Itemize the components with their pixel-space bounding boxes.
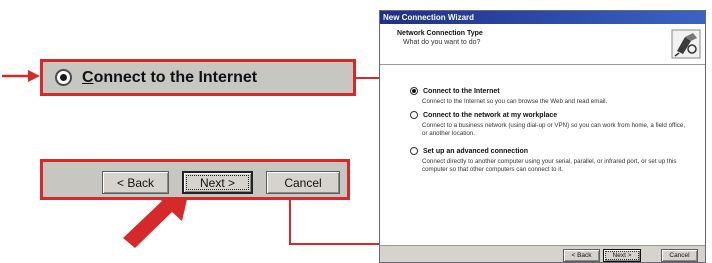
wizard-header-title: Network Connection Type (397, 30, 483, 37)
wizard-header: Network Connection Type What do you want… (380, 24, 705, 65)
option-connect-workplace[interactable]: Connect to the network at my workplace C… (410, 111, 692, 138)
option-label: Set up an advanced connection (423, 147, 529, 155)
zoomed-buttons-callout: < Back Next > Cancel (40, 159, 350, 200)
cancel-button[interactable]: Cancel (661, 249, 698, 262)
option-label: Connect to the Internet (423, 87, 500, 95)
option-label: Connect to the network at my workplace (423, 111, 558, 119)
zoomed-option-callout: Connect to the Internet (40, 59, 356, 96)
zoomed-back-button[interactable]: < Back (102, 171, 169, 194)
option-description: Connect to a business network (using dia… (422, 122, 685, 137)
radio-advanced-connection[interactable] (410, 147, 418, 155)
option-advanced-connection[interactable]: Set up an advanced connection Connect di… (410, 147, 692, 174)
wizard-header-subtitle: What do you want to do? (403, 39, 481, 46)
wizard-body: Connect to the Internet Connect to the I… (380, 65, 705, 246)
option-description: Connect directly to another computer usi… (422, 158, 677, 173)
arrow-left-pointer-icon (2, 70, 40, 82)
zoomed-next-button[interactable]: Next > (182, 171, 253, 194)
zoomed-option-label: Connect to the Internet (82, 68, 258, 86)
new-connection-wizard-window: New Connection Wizard Network Connection… (379, 10, 706, 263)
network-connection-icon (671, 29, 701, 59)
window-title: New Connection Wizard (380, 11, 705, 24)
option-connect-internet[interactable]: Connect to the Internet Connect to the I… (410, 87, 692, 106)
radio-connect-workplace[interactable] (410, 111, 418, 119)
next-button[interactable]: Next > (603, 249, 641, 262)
back-button[interactable]: < Back (563, 249, 600, 262)
option-description: Connect to the Internet so you can brows… (422, 98, 608, 105)
wizard-footer: < Back Next > Cancel (380, 246, 705, 262)
zoomed-radio-selected[interactable] (55, 69, 72, 86)
zoomed-cancel-button[interactable]: Cancel (266, 171, 340, 194)
radio-connect-internet[interactable] (410, 87, 418, 95)
